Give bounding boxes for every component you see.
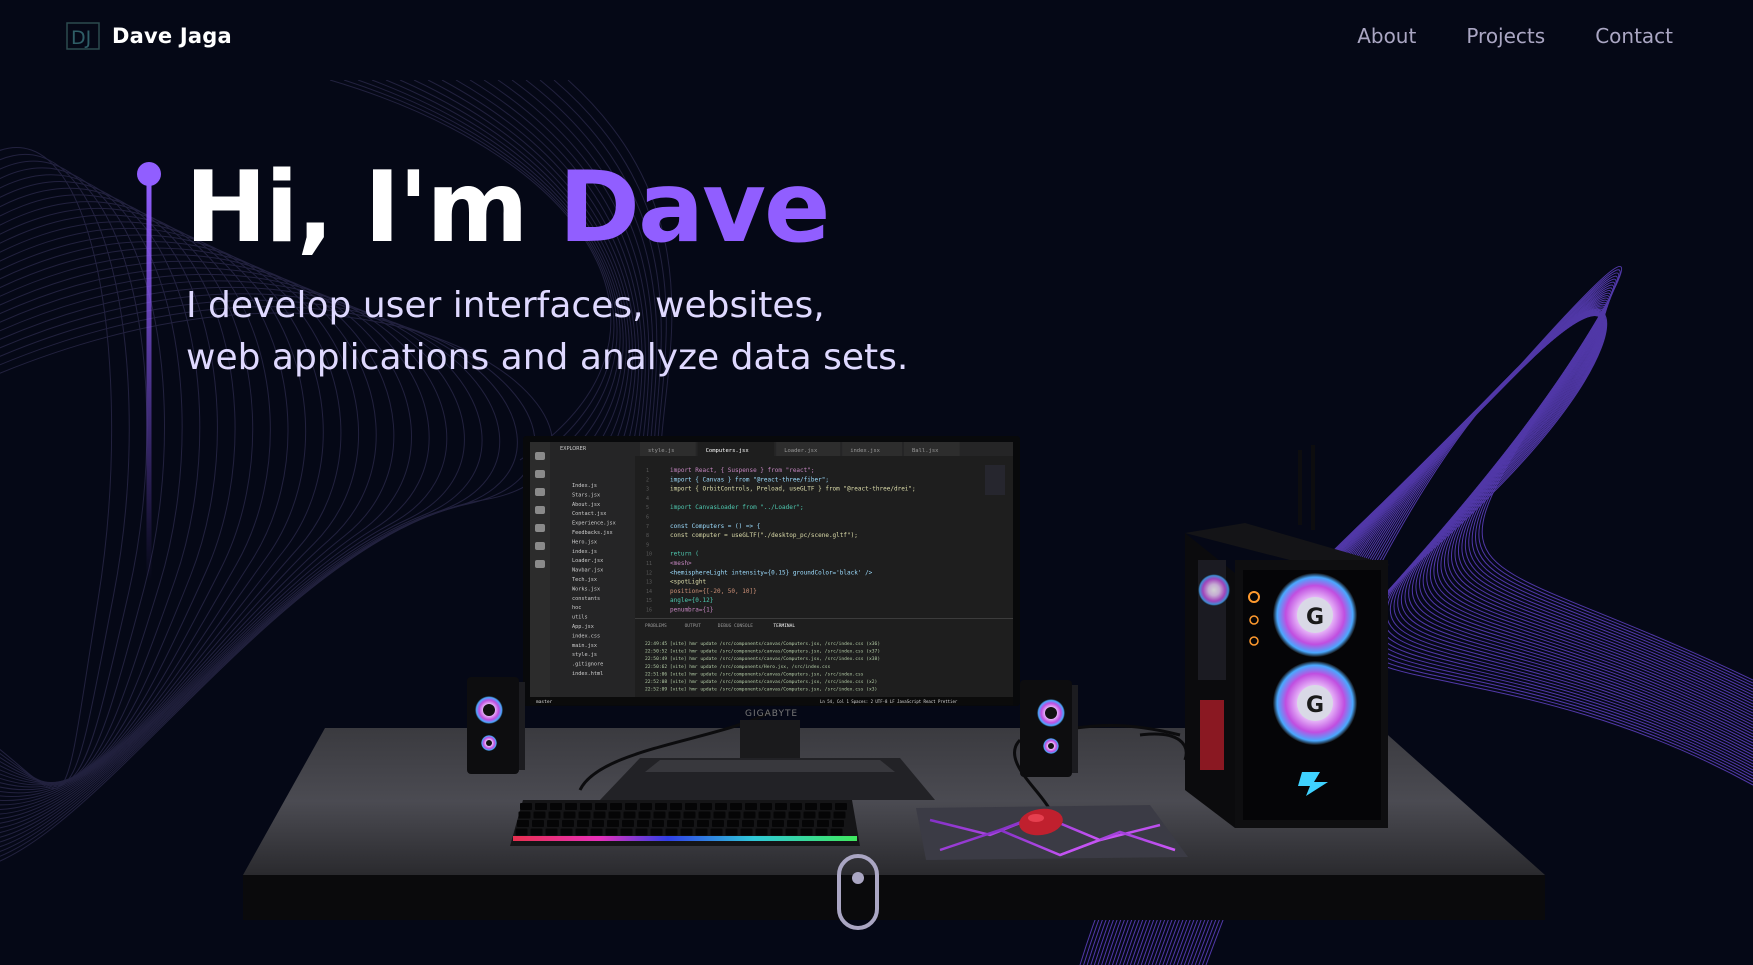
editor-tab: Ball.jsx — [912, 448, 939, 454]
status-left: master — [536, 699, 553, 705]
code-line: <hemisphereLight intensity={0.15} ground… — [670, 569, 873, 576]
panel-tab: DEBUG CONSOLE — [718, 623, 754, 629]
code-line: <mesh> — [670, 560, 692, 567]
explorer-file: Hero.jsx — [572, 539, 597, 545]
explorer-file: Contact.jsx — [572, 511, 606, 517]
logo-text: DJ — [71, 27, 91, 49]
svg-text:G: G — [1306, 605, 1324, 630]
editor-tab: Computers.jsx — [706, 448, 750, 454]
svg-text:5: 5 — [646, 505, 649, 511]
svg-text:7: 7 — [646, 524, 649, 530]
nav-link-about[interactable]: About — [1357, 24, 1416, 48]
explorer-file: Navbar.jsx — [572, 568, 603, 574]
code-line: return ( — [670, 551, 699, 558]
speaker-left — [467, 677, 525, 774]
code-line: <spotLight — [670, 579, 707, 586]
explorer-file: Index.js — [572, 483, 597, 489]
panel-tab: TERMINAL — [773, 623, 795, 629]
terminal-line: 22:52:08 [vite] hmr update /src/componen… — [645, 679, 877, 685]
svg-text:4: 4 — [646, 496, 649, 502]
editor-tab: Loader.jsx — [784, 448, 818, 454]
brand-home-link[interactable]: DJ Dave Jaga — [66, 22, 232, 50]
panel-tab: OUTPUT — [685, 623, 702, 629]
status-right: Ln 54, Col 1 Spaces: 2 UTF-8 LF JavaScri… — [820, 699, 958, 704]
svg-text:13: 13 — [646, 580, 652, 586]
explorer-file: main.jsx — [572, 643, 597, 649]
dj-monogram-icon: DJ — [66, 22, 100, 50]
explorer-file: Tech.jsx — [572, 577, 597, 583]
terminal-line: 22:51:06 [vite] hmr update /src/componen… — [645, 671, 864, 677]
explorer-file: constants — [572, 596, 600, 602]
svg-text:12: 12 — [646, 570, 652, 576]
svg-text:8: 8 — [646, 533, 649, 539]
svg-text:14: 14 — [646, 589, 652, 595]
mouse-scroll-icon[interactable] — [836, 853, 880, 931]
explorer-file: style.js — [572, 652, 597, 658]
svg-text:2: 2 — [646, 477, 649, 483]
explorer-file: hoc — [572, 605, 581, 611]
desktop-pc-3d-scene[interactable]: EXPLORER Index.js Stars.jsx About.jsx Conta… — [0, 0, 1753, 965]
explorer-file: index.css — [572, 633, 600, 639]
panel-tab: PROBLEMS — [645, 623, 667, 629]
svg-text:11: 11 — [646, 561, 652, 567]
code-line: import { Canvas } from "@react-three/fib… — [670, 476, 829, 483]
terminal-line: 22:50:49 [vite] hmr update /src/componen… — [645, 656, 880, 662]
svg-text:15: 15 — [646, 598, 652, 604]
nav-link-projects[interactable]: Projects — [1466, 24, 1545, 48]
code-line: const Computers = () => { — [670, 523, 760, 530]
explorer-file: App.jsx — [572, 624, 594, 630]
explorer-file: Works.jsx — [572, 586, 600, 592]
svg-text:10: 10 — [646, 552, 652, 558]
code-line: import CanvasLoader from "../Loader"; — [670, 504, 804, 511]
svg-text:6: 6 — [646, 515, 649, 521]
pc-tower: G G — [1185, 445, 1390, 828]
hero-title-prefix: Hi, I'm — [185, 151, 559, 265]
hero-subtitle: I develop user interfaces, websites, web … — [186, 280, 986, 384]
monitor-brand: GIGABYTE — [745, 709, 798, 719]
explorer-file: Experience.jsx — [572, 521, 616, 527]
terminal-line: 22:49:45 [vite] hmr update /src/componen… — [645, 641, 880, 647]
hero-subtitle-line-1: I develop user interfaces, websites, — [186, 285, 825, 326]
code-line: import { OrbitControls, Preload, useGLTF… — [670, 486, 916, 493]
explorer-title: EXPLORER — [560, 446, 587, 452]
svg-text:16: 16 — [646, 608, 652, 614]
svg-text:3: 3 — [646, 487, 649, 493]
svg-text:G: G — [1306, 693, 1324, 718]
explorer-file: index.js — [572, 549, 597, 555]
explorer-file: About.jsx — [572, 502, 600, 508]
brand-name: Dave Jaga — [112, 24, 232, 48]
speaker-right — [1020, 680, 1078, 777]
editor-tab: index.jsx — [850, 448, 880, 454]
navbar: DJ Dave Jaga About Projects Contact — [0, 0, 1753, 72]
hero-subtitle-line-2: web applications and analyze data sets. — [186, 337, 909, 378]
nav-links: About Projects Contact — [1357, 24, 1673, 48]
explorer-file: index.html — [572, 671, 603, 677]
code-line: position={[-20, 50, 10]} — [670, 588, 757, 595]
explorer-file: utils — [572, 615, 588, 621]
nav-link-contact[interactable]: Contact — [1595, 24, 1673, 48]
explorer-file: .gitignore — [572, 662, 603, 668]
code-line: const computer = useGLTF("./desktop_pc/s… — [670, 532, 858, 539]
code-line: angle={0.12} — [670, 597, 713, 604]
explorer-file: Loader.jsx — [572, 558, 603, 564]
code-line: penumbra={1} — [670, 607, 713, 614]
hero-title: Hi, I'm Dave — [185, 148, 831, 268]
keyboard — [510, 800, 860, 846]
vertical-line-dot-icon — [137, 162, 161, 581]
terminal-line: 22:52:09 [vite] hmr update /src/componen… — [645, 687, 877, 693]
terminal-line: 22:50:52 [vite] hmr update /src/componen… — [645, 649, 880, 655]
svg-text:9: 9 — [646, 542, 649, 548]
terminal-line: 22:50:62 [vite] hmr update /src/componen… — [645, 664, 831, 670]
editor-tab: style.js — [648, 448, 675, 454]
explorer-file: Stars.jsx — [572, 492, 600, 498]
svg-text:1: 1 — [646, 468, 649, 474]
explorer-file: Feedbacks.jsx — [572, 530, 613, 536]
code-line: import React, { Suspense } from "react"; — [670, 467, 815, 474]
hero-title-name: Dave — [558, 151, 831, 265]
